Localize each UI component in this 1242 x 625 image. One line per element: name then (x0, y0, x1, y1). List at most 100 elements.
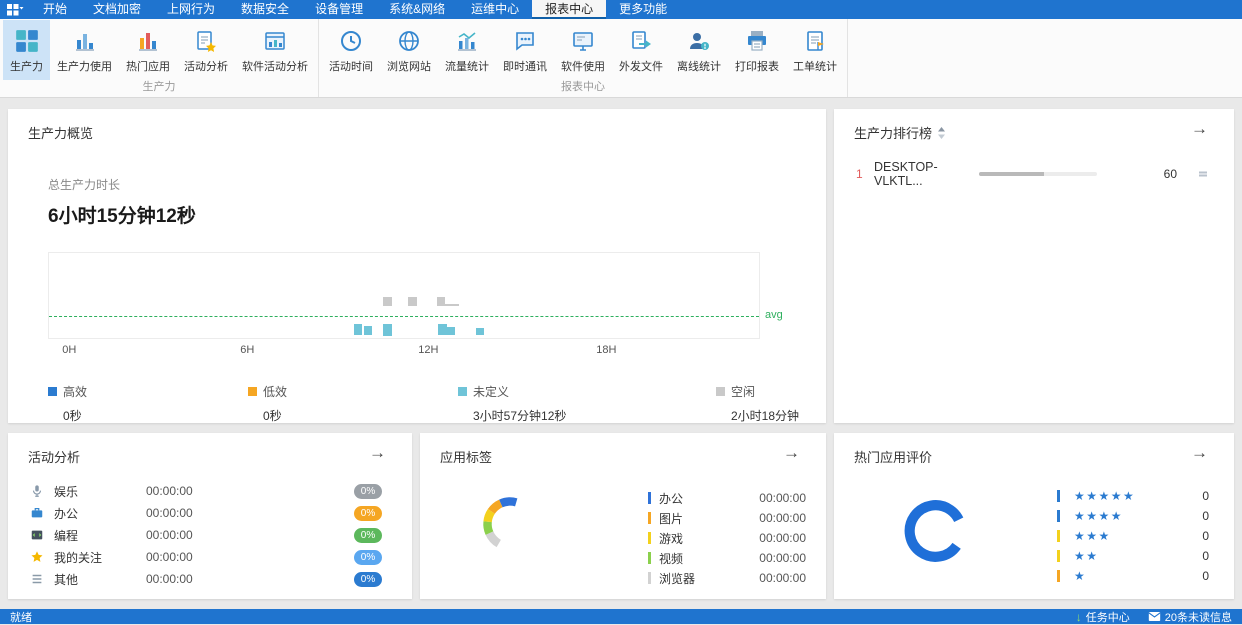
activity-percent-badge: 0% (354, 550, 382, 565)
activity-label: 编程 (54, 527, 146, 544)
menu-item-doc-encryption[interactable]: 文档加密 (80, 0, 154, 19)
ribbon-button-label: 离线统计 (677, 58, 721, 74)
activity-row-coding[interactable]: 编程 00:00:00 0% (8, 524, 412, 546)
globe-icon (397, 26, 421, 56)
tag-color-tick (648, 572, 651, 584)
menu-item-system-network[interactable]: 系统&网络 (376, 0, 458, 19)
productivity-grid-icon (14, 26, 40, 56)
chart-x-axis: 0H 6H 12H 18H (48, 344, 760, 359)
ribbon-button-hot-apps[interactable]: 热门应用 (119, 20, 177, 80)
ribbon-button-browse-websites[interactable]: 浏览网站 (380, 20, 438, 80)
ribbon-button-label: 活动时间 (329, 58, 373, 74)
activity-label: 娱乐 (54, 483, 146, 500)
sort-toggle-icon[interactable] (937, 127, 946, 139)
ribbon-button-instant-messaging[interactable]: 即时通讯 (496, 20, 554, 80)
office-icon (30, 505, 46, 521)
rating-color-tick (1057, 490, 1060, 502)
unread-messages-button[interactable]: 20条未读信息 (1148, 609, 1232, 625)
hot-app-ratings-card: 热门应用评价 → ★★★★★ 0 ★★★★ 0 (834, 433, 1234, 599)
chart-bar (354, 324, 362, 335)
activity-row-entertainment[interactable]: 娱乐 00:00:00 0% (8, 480, 412, 502)
activity-row-office[interactable]: 办公 00:00:00 0% (8, 502, 412, 524)
legend-value: 2小时18分钟 (731, 407, 799, 423)
chart-bar (438, 324, 447, 335)
tag-label: 浏览器 (659, 570, 723, 587)
avg-dashed-line (49, 316, 759, 317)
app-menu-button[interactable] (0, 0, 30, 19)
activity-label: 其他 (54, 571, 146, 588)
ribbon-button-traffic-stats[interactable]: 流量统计 (438, 20, 496, 80)
legend-item-inefficient: 低效 0秒 (248, 383, 458, 423)
rating-color-tick (1057, 550, 1060, 562)
ribbon-button-software-usage[interactable]: 软件使用 (554, 20, 612, 80)
activity-row-other[interactable]: 其他 00:00:00 0% (8, 568, 412, 590)
ribbon-button-label: 即时通讯 (503, 58, 547, 74)
activity-time: 00:00:00 (146, 484, 216, 498)
star-icons: ★★★ (1074, 529, 1111, 543)
clock-icon (339, 26, 363, 56)
menu-item-more-features[interactable]: 更多功能 (606, 0, 680, 19)
rating-row-4-stars: ★★★★ 0 (1057, 506, 1209, 526)
dashboard-content: 生产力概览 总生产力时长 6小时15分钟12秒 avg 0H 6H 12H 18… (0, 98, 1242, 609)
ribbon-button-activity-time[interactable]: 活动时间 (322, 20, 380, 80)
rating-color-tick (1057, 570, 1060, 582)
menu-item-ops-center[interactable]: 运维中心 (458, 0, 532, 19)
menu-item-device-management[interactable]: 设备管理 (302, 0, 376, 19)
ribbon-group-label: 生产力 (0, 80, 318, 97)
ribbon-button-ticket-stats[interactable]: 工单统计 (786, 20, 844, 80)
tag-time: 00:00:00 (759, 571, 806, 585)
activity-percent-badge: 0% (354, 572, 382, 587)
open-ratings-arrow[interactable]: → (1191, 443, 1208, 463)
rank-computer-name: DESKTOP-VLKTL... (874, 160, 979, 188)
x-tick: 6H (240, 344, 254, 356)
entertainment-icon (30, 483, 46, 499)
ribbon-button-label: 软件活动分析 (242, 58, 308, 74)
open-activity-arrow[interactable]: → (369, 443, 386, 463)
tag-label: 图片 (659, 510, 723, 527)
task-center-button[interactable]: ↓ 任务中心 (1076, 609, 1130, 625)
rating-arc-circle (900, 495, 972, 567)
software-activity-icon (263, 26, 287, 56)
activity-analysis-card: 活动分析 → 娱乐 00:00:00 0% 办公 00:00:00 (8, 433, 412, 599)
tag-label: 视频 (659, 550, 723, 567)
open-tags-arrow[interactable]: → (783, 443, 800, 463)
productivity-timeline-chart (48, 252, 760, 339)
tag-legend-row: 图片 00:00:00 (648, 508, 806, 528)
overview-legend: 高效 0秒 低效 0秒 未定义 3小时57分钟12秒 空闲 2小时18分钟 (48, 383, 826, 423)
ribbon-button-label: 工单统计 (793, 58, 837, 74)
rank-number: 1 (856, 167, 874, 181)
row-menu-icon[interactable] (1197, 168, 1209, 180)
tag-label: 游戏 (659, 530, 723, 547)
ribbon-button-offline-stats[interactable]: 离线统计 (670, 20, 728, 80)
chart-bar (408, 297, 417, 306)
ranking-card-title: 生产力排行榜 (854, 123, 932, 142)
rating-count: 0 (1202, 489, 1209, 503)
ranking-row[interactable]: 1 DESKTOP-VLKTL... 60 (834, 160, 1234, 188)
ribbon-button-productivity-usage[interactable]: 生产力使用 (50, 20, 119, 80)
ratings-card-title: 热门应用评价 (854, 447, 932, 466)
ribbon-button-label: 浏览网站 (387, 58, 431, 74)
other-icon (30, 571, 46, 587)
rating-row-1-star: ★ 0 (1057, 566, 1209, 586)
tag-time: 00:00:00 (759, 531, 806, 545)
ticket-stats-icon (803, 26, 827, 56)
menu-item-data-security[interactable]: 数据安全 (228, 0, 302, 19)
ribbon-button-print-reports[interactable]: 打印报表 (728, 20, 786, 80)
activity-row-favorites[interactable]: 我的关注 00:00:00 0% (8, 546, 412, 568)
activity-time: 00:00:00 (146, 572, 216, 586)
activity-time: 00:00:00 (146, 506, 216, 520)
open-ranking-arrow[interactable]: → (1191, 119, 1208, 139)
rating-color-tick (1057, 530, 1060, 542)
ribbon-button-productivity[interactable]: 生产力 (3, 20, 50, 80)
legend-swatch (458, 387, 467, 396)
tag-time: 00:00:00 (759, 551, 806, 565)
status-ready-text: 就绪 (10, 609, 32, 625)
ribbon-button-activity-analysis[interactable]: 活动分析 (177, 20, 235, 80)
menu-item-start[interactable]: 开始 (30, 0, 80, 19)
tag-legend-row: 办公 00:00:00 (648, 488, 806, 508)
ribbon-button-software-activity-analysis[interactable]: 软件活动分析 (235, 20, 315, 80)
hot-apps-chart-icon (136, 26, 160, 56)
menu-item-web-behavior[interactable]: 上网行为 (154, 0, 228, 19)
menu-item-report-center[interactable]: 报表中心 (532, 0, 606, 19)
ribbon-button-outgoing-files[interactable]: 外发文件 (612, 20, 670, 80)
